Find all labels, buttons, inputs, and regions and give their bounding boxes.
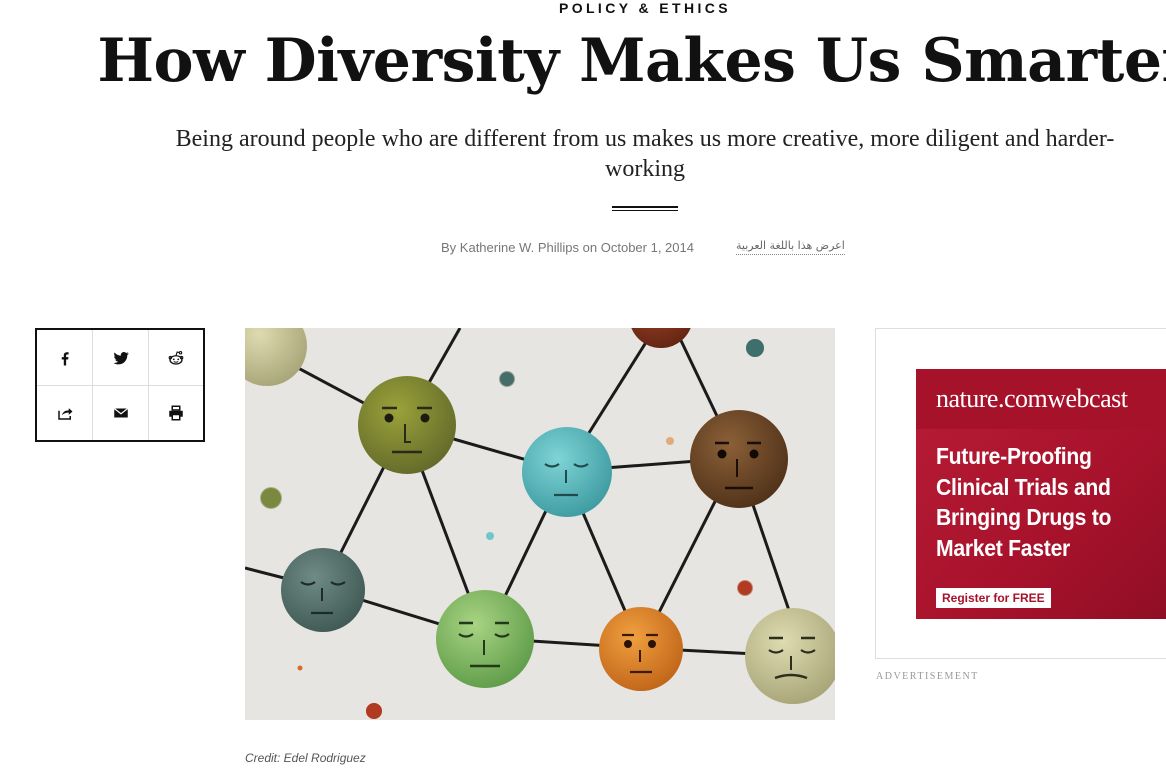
arabic-translation-link[interactable]: اعرض هذا باللغة العربية	[736, 239, 845, 255]
face-brown	[690, 410, 788, 508]
diversity-network-illustration	[245, 328, 835, 720]
email-icon	[113, 408, 128, 418]
date-prefix: on	[582, 240, 598, 255]
hero-illustration	[245, 328, 835, 720]
ad-headline-line: Clinical Trials and	[936, 473, 1111, 500]
share-more-button[interactable]	[37, 386, 93, 440]
advertisement-label: ADVERTISEMENT	[876, 671, 979, 682]
author-link[interactable]: Katherine W. Phillips	[460, 240, 579, 255]
twitter-icon	[113, 351, 129, 364]
ad-headline-line: Bringing Drugs to	[936, 504, 1112, 530]
ad-register-button[interactable]: Register for FREE	[936, 588, 1051, 608]
byline-prefix: By	[441, 240, 457, 255]
face-teal	[522, 427, 612, 517]
ad-banner[interactable]: nature.com webcast Future-Proofing Clinic…	[916, 369, 1166, 619]
ad-logo-main: nature.com	[936, 384, 1048, 413]
ad-headline-line: Future-Proofing	[936, 443, 1092, 469]
section-kicker[interactable]: POLICY & ETHICS	[0, 0, 1166, 16]
article-title: How Diversity Makes Us Smarter	[97, 26, 1166, 96]
byline: By Katherine W. Phillips on October 1, 2…	[441, 240, 694, 255]
image-credit: Credit: Edel Rodriguez	[245, 751, 366, 765]
share-twitter-button[interactable]	[93, 330, 149, 386]
face-slate	[281, 548, 365, 632]
ad-logo-thin: webcast	[1047, 384, 1128, 413]
print-icon	[169, 405, 183, 421]
face-olive	[358, 376, 456, 474]
share-reddit-button[interactable]	[149, 330, 203, 386]
share-icon	[57, 408, 72, 420]
facebook-icon	[61, 351, 69, 365]
share-facebook-button[interactable]	[37, 330, 93, 386]
title-divider	[612, 206, 678, 211]
reddit-icon	[168, 350, 184, 365]
print-button[interactable]	[149, 386, 203, 440]
share-email-button[interactable]	[93, 386, 149, 440]
article-dek: Being around people who are different fr…	[175, 126, 1115, 182]
share-toolbar	[35, 328, 205, 442]
face-orange	[599, 607, 683, 691]
ad-logo: nature.com webcast	[916, 369, 1166, 429]
ad-headline-line: Market Faster	[936, 534, 1071, 561]
face-green	[436, 590, 534, 688]
publish-date: October 1, 2014	[600, 240, 694, 255]
